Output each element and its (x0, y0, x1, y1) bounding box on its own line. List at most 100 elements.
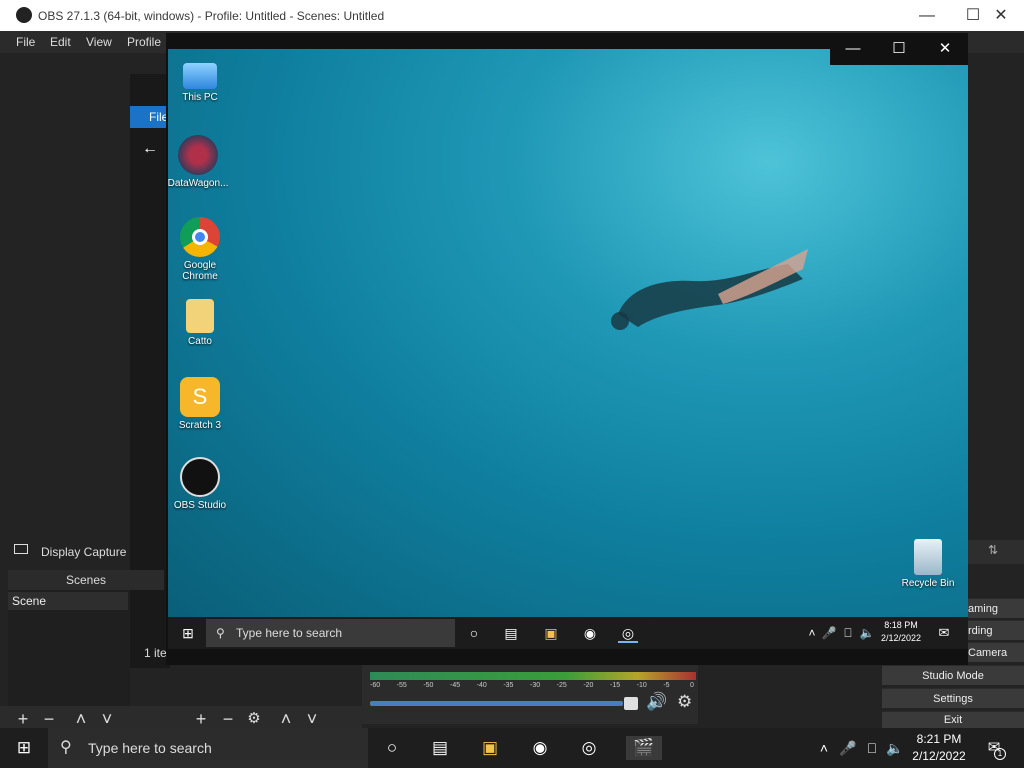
scratch-icon: S (180, 377, 220, 417)
network-icon[interactable]: ⎕ (838, 623, 858, 643)
items-count: 1 ite (144, 646, 167, 660)
windows-start-icon[interactable]: ⊞ (12, 736, 36, 760)
back-arrow-icon[interactable]: ← (142, 140, 158, 158)
source-settings-gear-icon[interactable]: ⚙ (245, 710, 263, 728)
remote-search-box[interactable]: ⚲ Type here to search (206, 619, 455, 647)
desktop-icon-label: OBS Studio (173, 500, 227, 511)
scenes-panel (8, 570, 130, 706)
viewer-minimize-button[interactable]: — (830, 33, 876, 65)
file-explorer-icon[interactable]: ▣ (478, 736, 502, 760)
studio-mode-button[interactable]: Studio Mode (882, 665, 1024, 685)
minimize-button[interactable]: — (904, 0, 950, 31)
remote-clock[interactable]: 8:18 PM 2/12/2022 (873, 619, 929, 645)
close-button[interactable]: ✕ (978, 0, 1024, 31)
desktop-icon-label: Google Chrome (182, 260, 218, 282)
task-view-icon[interactable]: ▤ (428, 736, 452, 760)
search-icon: ⚲ (60, 739, 72, 756)
meter-tick-label: -60 (370, 682, 381, 689)
microphone-icon[interactable]: 🎤 (836, 736, 860, 760)
scenes-header: Scenes (8, 570, 164, 590)
folder-icon (186, 299, 214, 333)
remote-date: 2/12/2022 (880, 633, 922, 643)
viewer-maximize-button[interactable]: ☐ (876, 33, 922, 65)
menu-file[interactable]: File (16, 35, 35, 49)
local-taskbar: ⊞ ⚲ Type here to search ○ ▤ ▣ ◉ ◎ 🎬 ˄ 🎤 … (0, 728, 1024, 768)
notification-icon[interactable]: ✉ (934, 623, 954, 643)
desktop-icon-scratch[interactable]: S Scratch 3 (168, 377, 232, 431)
speaker-icon[interactable]: 🔊 (646, 692, 667, 712)
transition-duration[interactable]: ⇅ (968, 540, 1024, 564)
move-scene-down-button[interactable]: ˅ (98, 710, 116, 728)
local-search-placeholder: Type here to search (88, 740, 212, 756)
menu-profile[interactable]: Profile (127, 35, 161, 49)
remove-scene-button[interactable]: − (40, 710, 58, 728)
network-icon[interactable]: ⎕ (860, 736, 884, 760)
move-scene-up-button[interactable]: ˄ (72, 710, 90, 728)
chrome-icon[interactable]: ◉ (528, 736, 552, 760)
remote-search-placeholder: Type here to search (236, 626, 343, 640)
settings-button[interactable]: Settings (882, 688, 1024, 708)
file-explorer-icon[interactable]: ▣ (541, 623, 561, 643)
remove-source-button[interactable]: − (219, 710, 237, 728)
recycle-bin-icon (914, 539, 942, 575)
add-scene-button[interactable]: + (14, 710, 32, 728)
desktop-icon-datawagon[interactable]: DataWagon... (168, 135, 230, 189)
explorer-file-tab[interactable]: File (130, 106, 170, 128)
desktop-icon-label: Catto (188, 336, 212, 347)
cortana-icon[interactable]: ○ (380, 736, 404, 760)
start-recording-button[interactable]: rding (968, 620, 1024, 640)
mixer-gear-icon[interactable]: ⚙ (677, 692, 692, 712)
remote-time: 8:18 PM (884, 620, 918, 630)
meter-tick-label: -30 (530, 682, 541, 689)
monitor-icon (183, 63, 217, 89)
desktop-icon-this-pc[interactable]: This PC (168, 57, 232, 103)
add-source-button[interactable]: + (192, 710, 210, 728)
chrome-icon (180, 217, 220, 257)
tray-chevron-icon[interactable]: ˄ (812, 736, 836, 760)
local-search-box[interactable]: ⚲ Type here to search (48, 728, 368, 768)
meter-tick-label: -55 (396, 682, 407, 689)
move-source-up-button[interactable]: ˄ (277, 710, 295, 728)
local-date: 2/12/2022 (912, 749, 966, 763)
exit-button[interactable]: Exit (882, 711, 1024, 728)
remote-desktop-wallpaper: This PC DataWagon... Google Chrome Catto… (168, 49, 968, 617)
virtual-camera-button[interactable]: Camera (968, 642, 1024, 662)
scene-list-item[interactable]: Scene (8, 592, 128, 610)
move-source-down-button[interactable]: ˅ (303, 710, 321, 728)
obs-taskbar-icon[interactable]: ◎ (618, 623, 638, 643)
source-display-capture[interactable]: Display Capture (8, 540, 130, 564)
desktop-icon-recycle-bin[interactable]: Recycle Bin (896, 539, 960, 589)
monitor-icon (14, 544, 28, 554)
desktop-icon-label: Scratch 3 (178, 420, 222, 431)
clapperboard-icon[interactable]: 🎬 (626, 736, 662, 760)
task-view-icon[interactable]: ▤ (501, 623, 521, 643)
windows-start-icon[interactable]: ⊞ (178, 623, 198, 643)
swimmer-image (611, 249, 808, 330)
meter-tick-label: -20 (583, 682, 594, 689)
viewer-close-button[interactable]: ✕ (922, 33, 968, 65)
notification-count-badge: 1 (994, 748, 1006, 760)
meter-tick-label: 0 (690, 682, 694, 689)
desktop-icon-obs[interactable]: OBS Studio (168, 457, 232, 511)
obs-window-title: OBS 27.1.3 (64-bit, windows) - Profile: … (38, 9, 385, 23)
obs-logo-icon (16, 7, 32, 23)
audio-meter (370, 672, 696, 680)
meter-tick-label: -15 (610, 682, 621, 689)
desktop-icon-catto[interactable]: Catto (168, 299, 232, 347)
spinner-icon: ⇅ (988, 543, 999, 557)
start-streaming-button[interactable]: aming (968, 598, 1024, 618)
cortana-icon[interactable]: ○ (464, 623, 484, 643)
menu-edit[interactable]: Edit (50, 35, 71, 49)
remote-taskbar: ⊞ ⚲ Type here to search ○ ▤ ▣ ◉ ◎ ˄ 🎤 ⎕ … (168, 617, 968, 649)
local-time: 8:21 PM (916, 732, 962, 746)
desktop-icon-chrome[interactable]: Google Chrome (168, 217, 232, 282)
volume-slider-handle[interactable] (624, 697, 638, 710)
volume-slider[interactable] (370, 701, 623, 706)
microphone-icon[interactable]: 🎤 (819, 623, 839, 643)
meter-tick-label: -10 (636, 682, 647, 689)
chrome-icon[interactable]: ◉ (580, 623, 600, 643)
menu-view[interactable]: View (86, 35, 112, 49)
obs-taskbar-icon[interactable]: ◎ (577, 736, 601, 760)
local-clock[interactable]: 8:21 PM 2/12/2022 (904, 731, 974, 765)
meter-tick-label: -50 (423, 682, 434, 689)
